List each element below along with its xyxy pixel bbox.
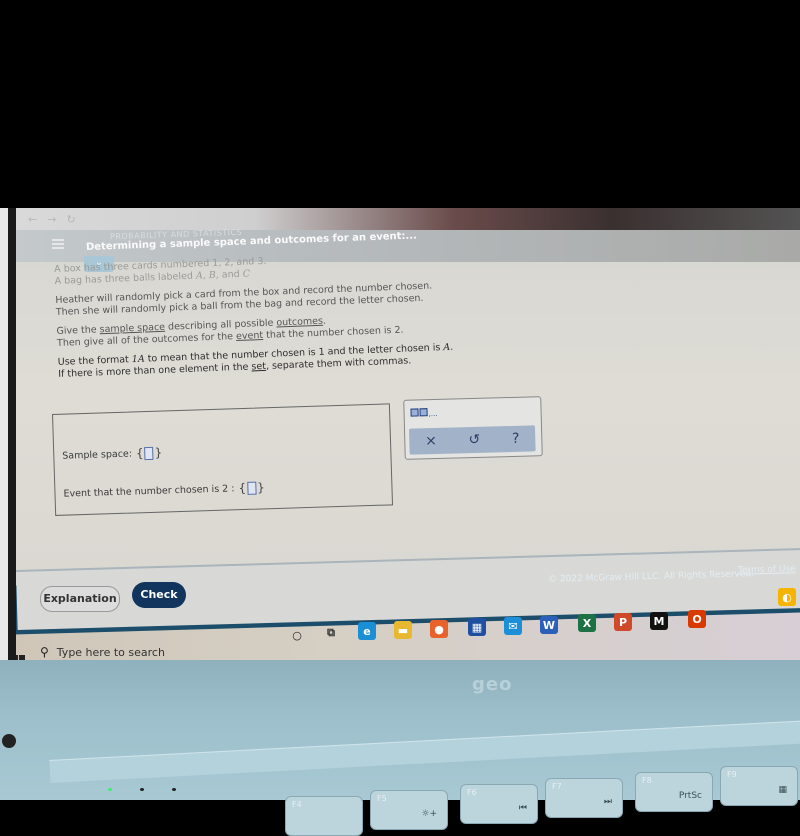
menu-icon[interactable] [52,239,64,249]
key-f7[interactable]: F7 ⏭ [545,778,623,818]
laptop-screen: ← → ↻ PROBABILITY AND STATISTICS Determi… [0,208,800,668]
hinge-button [2,734,16,748]
forward-icon[interactable]: → [47,213,56,226]
cortana-icon[interactable]: ○ [288,626,306,644]
keypad-actions: × ↺ ? [408,425,536,455]
list-template-button[interactable]: ,... [410,408,438,420]
status-led [172,788,176,791]
input-slot[interactable] [246,481,257,495]
event-row: Event that the number chosen is 2 : {} [63,480,265,500]
key-f5[interactable]: F5 ☼+ [370,790,448,830]
key-fn-label: F4 [292,800,302,809]
mail-icon[interactable]: ✉ [504,617,522,635]
task-view-icon[interactable]: ⧉ [322,624,340,642]
key-fn-label: F9 [727,770,737,779]
key-fn-label: F7 [552,782,562,791]
status-led [140,788,144,791]
search-icon: ⚲ [40,645,49,659]
problem-statement: A box has three cards numbered 1, 2, and… [54,247,498,380]
explanation-button[interactable]: Explanation [40,586,120,612]
edge-icon[interactable]: e [358,622,376,640]
event-input[interactable]: {} [238,480,265,495]
key-fn-label: F6 [467,788,477,797]
key-label: ☼+ [421,809,437,819]
laptop-body: geo F4 F5 ☼+ F6 ⏮ F7 ⏭ F8 PrtSc F9 ▦ [0,660,800,836]
word-icon[interactable]: W [540,616,558,634]
sample-space-input[interactable]: {} [136,446,163,461]
key-f6[interactable]: F6 ⏮ [460,784,538,824]
office-icon[interactable]: O [688,610,706,628]
clear-button[interactable]: × [425,433,437,449]
math-keypad: ,... × ↺ ? [403,396,543,460]
mcgraw-icon[interactable]: M [650,612,668,630]
input-slot[interactable] [144,446,154,460]
help-button[interactable]: ? [512,431,520,447]
powerpoint-icon[interactable]: P [614,613,632,631]
event-link[interactable]: event [236,330,263,342]
store-icon[interactable]: ▦ [468,618,486,636]
browser-toolbar: ← → ↻ [16,208,800,230]
power-led [108,788,112,791]
sample-space-label: Sample space: [62,448,133,462]
event-label: Event that the number chosen is 2 : [63,482,235,500]
key-fn-label: F5 [377,794,387,803]
set-link[interactable]: set [251,360,266,372]
excel-icon[interactable]: X [578,614,596,632]
key-f8[interactable]: F8 PrtSc [635,772,713,812]
file-explorer-icon[interactable]: ▬ [394,621,412,639]
key-label: ⏮ [518,803,527,813]
back-icon[interactable]: ← [28,213,37,226]
answer-box: Sample space: {} Event that the number c… [52,403,394,516]
key-label: ⏭ [603,797,612,807]
check-button[interactable]: Check [132,582,186,608]
sample-space-row: Sample space: {} [62,446,162,463]
firefox-icon[interactable]: ● [430,620,448,638]
brand-logo: geo [472,674,513,695]
reload-icon[interactable]: ↻ [66,213,75,226]
key-label: ▦ [778,785,787,795]
key-fn-label: F8 [642,776,652,785]
key-f9[interactable]: F9 ▦ [720,766,798,806]
undo-button[interactable]: ↺ [468,432,480,448]
search-placeholder: Type here to search [56,645,165,659]
screen-edge-highlight [0,208,8,668]
key-f4[interactable]: F4 [285,796,363,836]
terms-of-use-link[interactable]: Terms of Use [738,564,796,576]
chrome-icon[interactable]: ◐ [778,588,796,606]
photo-background [0,0,800,208]
